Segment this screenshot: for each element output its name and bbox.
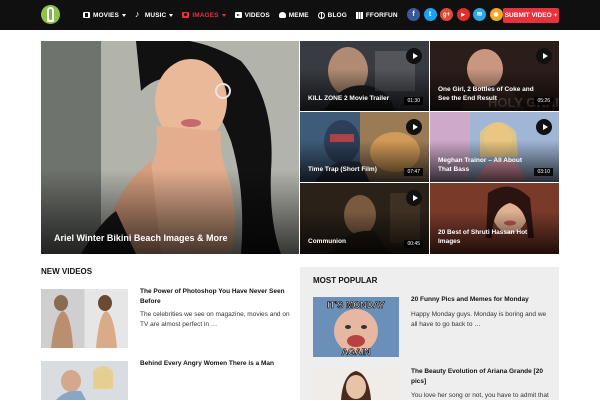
- list-item-thumbnail[interactable]: [313, 369, 399, 400]
- image-tile[interactable]: 20 Best of Shruti Hassan Hot Images: [430, 183, 559, 254]
- tile-title[interactable]: Meghan Trainor – All About That Bass: [438, 156, 537, 174]
- duration-badge: 05:26: [534, 97, 553, 105]
- nav-fforfun[interactable]: FFORFUN: [355, 11, 398, 19]
- tile-title[interactable]: One Girl, 2 Bottles of Coke and See the …: [438, 85, 537, 103]
- video-tile[interactable]: KILL ZONE 2 Movie Trailer 01:30: [300, 41, 429, 111]
- nav-music-label: MUSIC: [144, 11, 167, 19]
- tile-title[interactable]: Communion: [308, 237, 407, 246]
- play-icon[interactable]: [406, 119, 422, 135]
- nav-meme[interactable]: MEME: [278, 11, 309, 19]
- video-icon: [234, 12, 242, 18]
- google-plus-icon[interactable]: g+: [440, 8, 453, 21]
- play-icon[interactable]: [536, 48, 552, 64]
- music-icon: [135, 9, 142, 19]
- angry-women-thumbnail: [41, 361, 128, 400]
- nav-videos-label: VIDEOS: [244, 11, 270, 19]
- duration-badge: 03:10: [534, 168, 553, 176]
- hero-main-title[interactable]: Ariel Winter Bikini Beach Images & More: [54, 233, 227, 243]
- list-item-thumbnail[interactable]: [41, 361, 128, 400]
- list-item-thumbnail[interactable]: IT'S MONDAY AGAIN: [313, 297, 399, 357]
- photoshop-thumbnail: [41, 289, 128, 348]
- monday-meme-thumbnail: IT'S MONDAY AGAIN: [313, 297, 399, 357]
- duration-badge: 07:47: [404, 168, 423, 176]
- play-icon[interactable]: [406, 190, 422, 206]
- social-links: f t g+ ▶ ✉ ◉: [407, 8, 506, 21]
- list-item-title[interactable]: The Beauty Evolution of Ariana Grande [2…: [411, 367, 551, 386]
- list-item-excerpt: The celebrities we see on magazine, movi…: [140, 311, 290, 328]
- film-icon: [83, 12, 90, 18]
- submit-video-button[interactable]: SUBMIT VIDEO +: [503, 8, 559, 23]
- nav-fforfun-label: FFORFUN: [365, 11, 398, 19]
- nav-movies-label: MOVIES: [93, 11, 119, 19]
- twitter-icon[interactable]: t: [423, 8, 437, 21]
- top-header: MOVIES MUSIC IMAGES VIDEOS MEME BLOG FFO…: [0, 0, 600, 30]
- nav-images-label: IMAGES: [192, 11, 219, 19]
- grid-icon: [355, 11, 363, 19]
- list-item-title[interactable]: The Power of Photoshop You Have Never Se…: [140, 287, 290, 306]
- rss-icon[interactable]: ◉: [489, 8, 503, 21]
- duration-badge: 00:45: [404, 240, 423, 248]
- nav-meme-label: MEME: [288, 11, 309, 19]
- duration-badge: 01:30: [404, 97, 423, 105]
- list-item-excerpt: Happy Monday guys. Monday is boring and …: [411, 311, 547, 328]
- nav-movies[interactable]: MOVIES: [83, 12, 126, 19]
- video-tile[interactable]: HOLY GRAIL? One Girl, 2 Bottles of Coke …: [430, 41, 559, 111]
- meme-top-text: IT'S MONDAY: [327, 300, 385, 310]
- play-icon[interactable]: [536, 119, 552, 135]
- video-tile[interactable]: Time Trap (Short Film) 07:47: [300, 112, 429, 182]
- tile-title[interactable]: 20 Best of Shruti Hassan Hot Images: [438, 228, 537, 246]
- camera-icon: [182, 12, 190, 18]
- video-tile[interactable]: Communion 00:45: [300, 183, 429, 254]
- email-icon[interactable]: ✉: [473, 8, 486, 21]
- site-logo[interactable]: [41, 5, 60, 24]
- video-tile[interactable]: Meghan Trainor – All About That Bass 03:…: [430, 112, 559, 182]
- list-item-title[interactable]: Behind Every Angry Women There is a Man: [140, 359, 290, 369]
- most-popular-heading: MOST POPULAR: [313, 276, 378, 285]
- meme-bottom-text: AGAIN: [342, 347, 371, 357]
- chevron-down-icon: [221, 13, 226, 17]
- tile-title[interactable]: Time Trap (Short Film): [308, 165, 407, 174]
- youtube-icon[interactable]: ▶: [456, 8, 470, 21]
- nav-images[interactable]: IMAGES: [182, 11, 226, 19]
- list-item-title[interactable]: 20 Funny Pics and Memes for Monday: [411, 295, 551, 305]
- chevron-down-icon: [169, 13, 174, 17]
- facebook-icon[interactable]: f: [407, 8, 420, 21]
- main-nav: MOVIES MUSIC IMAGES VIDEOS MEME BLOG FFO…: [83, 0, 407, 30]
- new-videos-heading: NEW VIDEOS: [41, 267, 93, 276]
- nav-music[interactable]: MUSIC: [135, 9, 174, 19]
- skull-icon: [278, 12, 286, 18]
- ariana-thumbnail: [313, 369, 399, 400]
- nav-videos[interactable]: VIDEOS: [234, 11, 270, 19]
- nav-blog-label: BLOG: [327, 11, 347, 19]
- chevron-down-icon: [121, 13, 126, 17]
- nav-blog[interactable]: BLOG: [317, 11, 347, 19]
- play-icon[interactable]: [406, 48, 422, 64]
- list-item-thumbnail[interactable]: [41, 289, 128, 348]
- leaf-stem: [49, 9, 52, 20]
- hero-main-feature[interactable]: Ariel Winter Bikini Beach Images & More: [41, 41, 299, 254]
- globe-icon: [317, 11, 325, 19]
- list-item-excerpt: You love her song or not, you have to ad…: [411, 392, 549, 399]
- tile-title[interactable]: KILL ZONE 2 Movie Trailer: [308, 94, 407, 103]
